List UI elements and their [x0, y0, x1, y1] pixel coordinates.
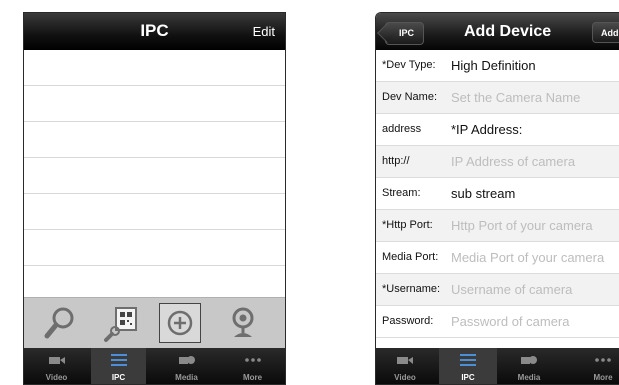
page-title: Add Device — [464, 23, 551, 41]
field-media-port[interactable]: Media Port: Media Port of your camera — [376, 242, 619, 274]
field-label: http:// — [382, 155, 410, 167]
field-password[interactable]: Password: Password of camera — [376, 306, 619, 338]
navigation-bar: IPC Add Device Add — [376, 13, 619, 50]
field-label: *Username: — [382, 283, 440, 295]
tab-label: Video — [24, 373, 89, 382]
page-title: IPC — [24, 21, 285, 41]
search-icon — [39, 303, 81, 343]
tab-label: More — [574, 373, 619, 382]
tab-video[interactable]: Video — [376, 348, 434, 384]
field-label: Stream: — [382, 187, 421, 199]
tab-label: IPC — [91, 373, 146, 382]
list-item[interactable] — [24, 158, 285, 194]
more-icon — [244, 353, 262, 367]
media-icon — [520, 353, 538, 367]
field-value[interactable]: IP Address of camera — [451, 154, 575, 169]
field-http[interactable]: http:// IP Address of camera — [376, 146, 619, 178]
list-item[interactable] — [24, 86, 285, 122]
field-dev-name[interactable]: Dev Name: Set the Camera Name — [376, 82, 619, 114]
webcam-icon — [222, 303, 264, 343]
search-button[interactable] — [39, 303, 81, 343]
tab-ipc[interactable]: IPC — [91, 348, 146, 384]
ipc-list-screen: IPC Edit — [23, 12, 286, 385]
tab-video[interactable]: Video — [24, 348, 89, 384]
media-icon — [178, 353, 196, 367]
tab-more[interactable]: More — [220, 348, 285, 384]
list-item[interactable] — [24, 122, 285, 158]
tab-ipc[interactable]: IPC — [439, 348, 497, 384]
qr-scan-icon — [102, 303, 144, 343]
field-label: *Dev Type: — [382, 59, 436, 71]
navigation-bar: IPC Edit — [24, 13, 285, 50]
add-device-screen: IPC Add Device Add *Dev Type: High Defin… — [375, 12, 619, 385]
field-value: High Definition — [451, 58, 536, 73]
field-value[interactable]: Username of camera — [451, 282, 572, 297]
field-value[interactable]: Password of camera — [451, 314, 570, 329]
field-stream[interactable]: Stream: sub stream › — [376, 178, 619, 210]
list-item[interactable] — [24, 194, 285, 230]
field-value[interactable]: Media Port of your camera — [451, 250, 604, 265]
tab-more[interactable]: More — [574, 348, 619, 384]
field-value[interactable]: Set the Camera Name — [451, 90, 580, 105]
add-circle-icon — [160, 304, 200, 342]
field-value: sub stream — [451, 186, 515, 201]
field-value[interactable]: Http Port of your camera — [451, 218, 593, 233]
field-dev-type[interactable]: *Dev Type: High Definition › — [376, 50, 619, 82]
tab-bar: Video IPC Media More — [24, 348, 285, 384]
field-address[interactable]: address *IP Address: › — [376, 114, 619, 146]
device-list — [24, 50, 285, 302]
list-item[interactable] — [24, 230, 285, 266]
field-http-port[interactable]: *Http Port: Http Port of your camera — [376, 210, 619, 242]
camera-icon — [396, 353, 414, 367]
tab-label: More — [220, 373, 285, 382]
tab-label: Media — [154, 373, 219, 382]
camera-icon — [48, 353, 66, 367]
tab-bar: Video IPC Media More — [376, 348, 619, 384]
edit-button[interactable]: Edit — [253, 24, 275, 39]
add-device-button[interactable] — [159, 303, 201, 343]
field-value: *IP Address: — [451, 122, 522, 137]
device-form: *Dev Type: High Definition › Dev Name: S… — [376, 50, 619, 338]
back-button[interactable]: IPC — [385, 22, 424, 45]
list-icon — [110, 353, 128, 367]
device-toolbar — [24, 297, 285, 349]
tab-media[interactable]: Media — [500, 348, 558, 384]
tab-media[interactable]: Media — [154, 348, 219, 384]
tab-label: Video — [376, 373, 434, 382]
more-icon — [594, 353, 612, 367]
tab-label: IPC — [439, 373, 497, 382]
field-label: address — [382, 123, 421, 135]
tab-label: Media — [500, 373, 558, 382]
webcam-button[interactable] — [222, 303, 264, 343]
list-item[interactable] — [24, 50, 285, 86]
field-label: *Http Port: — [382, 219, 433, 231]
field-label: Dev Name: — [382, 91, 437, 103]
qr-scan-button[interactable] — [102, 303, 144, 343]
field-label: Password: — [382, 315, 433, 327]
list-icon — [459, 353, 477, 367]
field-username[interactable]: *Username: Username of camera — [376, 274, 619, 306]
add-button[interactable]: Add — [592, 22, 619, 43]
field-label: Media Port: — [382, 251, 438, 263]
